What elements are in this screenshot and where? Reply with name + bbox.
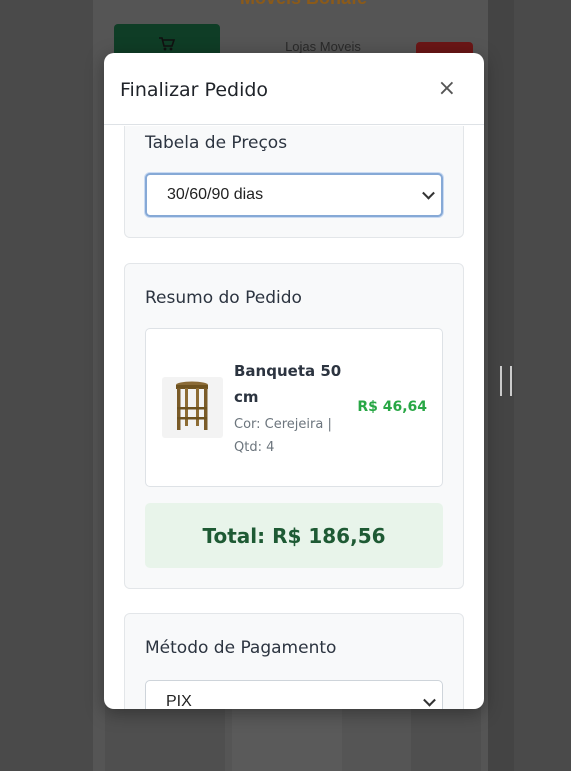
price-table-select[interactable]: 30/60/90 dias [145, 173, 443, 217]
order-summary-section: Resumo do Pedido Banqueta 50 cm Cor: Cer… [124, 263, 464, 589]
close-icon[interactable]: × [438, 77, 456, 100]
background-product-card [105, 705, 225, 771]
price-table-selected: 30/60/90 dias [167, 186, 264, 203]
background-product-card [411, 705, 481, 771]
product-thumbnail [162, 377, 223, 438]
order-summary-title: Resumo do Pedido [145, 288, 302, 308]
modal-body: Tabela de Preços 30/60/90 dias Resumo do… [104, 126, 484, 709]
stool-image [176, 381, 208, 430]
order-item: Banqueta 50 cm Cor: Cerejeira | Qtd: 4 R… [145, 328, 443, 487]
price-table-title: Tabela de Preços [145, 133, 288, 153]
payment-method-section: Método de Pagamento PIX [124, 613, 464, 709]
scrollbar-handle[interactable] [500, 366, 512, 396]
background-brand: Moveis Bonafe [93, 0, 514, 9]
payment-method-title: Método de Pagamento [145, 638, 337, 658]
order-total: Total: R$ 186,56 [145, 503, 443, 568]
item-price: R$ 46,64 [357, 399, 427, 415]
chevron-down-icon [422, 186, 435, 200]
price-table-section: Tabela de Preços 30/60/90 dias [124, 126, 464, 238]
item-meta: Cor: Cerejeira | Qtd: 4 [234, 417, 332, 455]
item-name: Banqueta 50 cm [234, 362, 342, 406]
checkout-modal: Finalizar Pedido × Tabela de Preços 30/6… [104, 53, 484, 709]
cart-icon [159, 37, 176, 51]
modal-header: Finalizar Pedido × [104, 53, 484, 125]
payment-method-select[interactable]: PIX [145, 680, 443, 709]
payment-method-selected: PIX [166, 693, 192, 709]
chevron-down-icon [423, 693, 436, 707]
background-product-card [232, 705, 342, 771]
modal-title: Finalizar Pedido [120, 78, 269, 101]
